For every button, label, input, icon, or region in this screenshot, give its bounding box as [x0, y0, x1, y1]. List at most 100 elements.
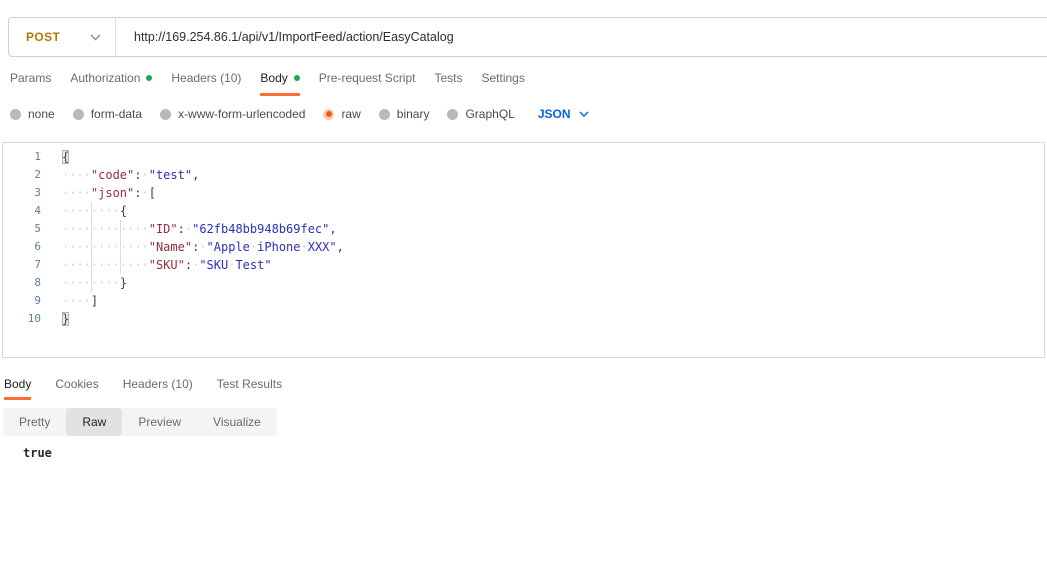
code-token: ···· [90, 240, 120, 254]
code-token: "Apple [206, 240, 250, 254]
line-number: 3 [34, 186, 41, 199]
code-token: "json" [90, 186, 135, 200]
line-number: 5 [34, 222, 41, 235]
code-token: XXX" [307, 240, 337, 254]
code-token: : [177, 222, 185, 236]
line-number: 8 [34, 276, 41, 289]
code-token: ···· [90, 276, 120, 290]
code-token: : [134, 186, 142, 200]
line-number: 10 [27, 312, 41, 325]
line-number: 9 [34, 294, 41, 307]
code-line: ········} [62, 274, 127, 292]
tab-label: Authorization [70, 71, 141, 85]
body-type-options: none form-data x-www-form-urlencoded raw bin… [10, 107, 589, 121]
language-label: JSON [537, 107, 571, 121]
radio-label: none [28, 107, 55, 121]
editor-line: 3 ····"json":·[ [3, 184, 1044, 202]
code-token: · [300, 240, 308, 254]
code-token: ···· [62, 240, 91, 254]
code-token: { [62, 150, 70, 164]
radio-label: raw [341, 107, 361, 121]
code-token: ···· [62, 276, 91, 290]
request-tabs: Params Authorization Headers (10) Body Pre-r… [10, 71, 525, 96]
code-token: "Name" [148, 240, 193, 254]
line-number: 4 [34, 204, 41, 217]
code-token: · [199, 240, 207, 254]
code-token: , [329, 222, 337, 236]
radio-icon [323, 108, 335, 120]
request-tab-pre-request-script[interactable]: Pre-request Script [319, 71, 416, 96]
request-url-bar: POST http://169.254.86.1/api/v1/ImportFe… [8, 17, 1047, 57]
tab-label: Body [260, 71, 288, 85]
radio-label: binary [396, 107, 430, 121]
code-line: } [62, 310, 70, 328]
body-type-none[interactable]: none [10, 107, 55, 121]
code-line: ····] [62, 292, 98, 310]
code-line: ············"Name":·"Apple·iPhone·XXX", [62, 238, 344, 256]
code-line: ········{ [62, 202, 127, 220]
code-token: ···· [62, 294, 91, 308]
code-token: "code" [90, 168, 135, 182]
tab-label: Headers (10) [171, 71, 242, 85]
body-type-form-data[interactable]: form-data [72, 107, 142, 121]
response-tab-headers-10[interactable]: Headers (10) [123, 377, 193, 400]
request-tab-body[interactable]: Body [260, 71, 300, 96]
code-token: iPhone [257, 240, 301, 254]
response-tab-test-results[interactable]: Test Results [217, 377, 282, 400]
method-select[interactable]: POST [9, 18, 116, 56]
view-preview[interactable]: Preview [122, 408, 197, 436]
response-tab-cookies[interactable]: Cookies [55, 377, 98, 400]
code-token: ···· [62, 168, 91, 182]
radio-icon [447, 108, 459, 120]
radio-icon [160, 108, 172, 120]
body-type-raw[interactable]: raw [323, 107, 361, 121]
code-token: , [336, 240, 344, 254]
editor-line: 8 ········} [3, 274, 1044, 292]
tab-label: Pre-request Script [318, 71, 416, 85]
chevron-down-icon [579, 111, 589, 117]
response-tabs: Body Cookies Headers (10) Test Results [4, 377, 282, 400]
url-input[interactable]: http://169.254.86.1/api/v1/ImportFeed/ac… [116, 18, 454, 56]
response-tab-body[interactable]: Body [4, 377, 32, 400]
line-number: 2 [34, 168, 41, 181]
code-token: ···· [62, 222, 91, 236]
editor-line: 5 ············"ID":·"62fb48bb948b69fec", [3, 220, 1044, 238]
request-tab-headers-10[interactable]: Headers (10) [171, 71, 241, 96]
code-line: ············"ID":·"62fb48bb948b69fec", [62, 220, 337, 238]
code-token: ···· [62, 186, 91, 200]
code-token: "SKU [199, 258, 229, 272]
editor-line: 2 ····"code":·"test", [3, 166, 1044, 184]
body-type-x-www-form-urlencoded[interactable]: x-www-form-urlencoded [160, 107, 305, 121]
code-token: · [184, 222, 193, 236]
code-token: ···· [119, 258, 149, 272]
body-editor[interactable]: 1{2 ····"code":·"test", 3 ····"json":·[4 ···… [2, 142, 1045, 358]
radio-label: x-www-form-urlencoded [178, 107, 306, 121]
code-token: } [119, 276, 128, 290]
code-token: Test" [235, 258, 272, 272]
code-token: · [141, 186, 149, 200]
code-token: } [62, 312, 70, 326]
editor-line: 7 ············"SKU":·"SKU·Test" [3, 256, 1044, 274]
body-type-radios: none form-data x-www-form-urlencoded raw bin… [10, 107, 515, 121]
body-type-graphql[interactable]: GraphQL [447, 107, 515, 121]
code-token: : [184, 258, 193, 272]
request-tab-tests[interactable]: Tests [434, 71, 462, 96]
language-select[interactable]: JSON [538, 107, 589, 121]
body-type-binary[interactable]: binary [378, 107, 430, 121]
method-label: POST [26, 30, 61, 44]
line-number: 7 [34, 258, 41, 271]
request-tab-authorization[interactable]: Authorization [70, 71, 153, 96]
request-tab-params[interactable]: Params [10, 71, 51, 96]
radio-icon [10, 108, 21, 120]
request-tab-settings[interactable]: Settings [482, 71, 525, 96]
view-pretty[interactable]: Pretty [3, 408, 66, 436]
view-raw[interactable]: Raw [66, 408, 123, 436]
response-view-switcher: Pretty Raw Preview Visualize [3, 408, 277, 436]
code-token: ···· [90, 222, 120, 236]
code-token: , [192, 168, 200, 182]
view-visualize[interactable]: Visualize [197, 408, 277, 436]
chevron-down-icon [90, 34, 101, 40]
code-token: ···· [62, 204, 91, 218]
radio-icon [378, 108, 390, 120]
code-token: "ID" [148, 222, 178, 236]
